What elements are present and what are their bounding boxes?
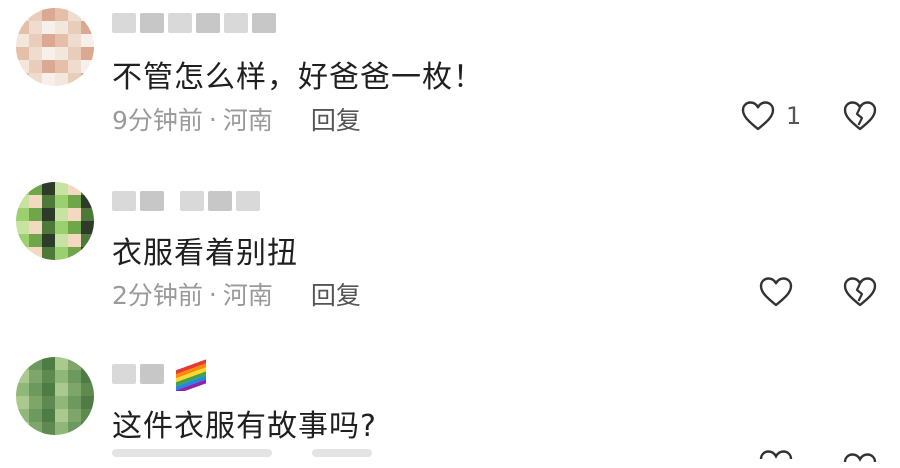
comment-time: 2分钟前 — [112, 281, 203, 310]
comment-text: 这件衣服有故事吗? — [112, 409, 377, 444]
like-count: 1 — [786, 102, 802, 130]
dislike-button[interactable] — [842, 449, 878, 468]
avatar[interactable] — [16, 8, 94, 86]
like-button[interactable] — [758, 276, 794, 308]
comment-item: 衣服看着别扭 2分钟前 · 河南 回复 — [0, 170, 900, 320]
comment-text: 不管怎么样，好爸爸一枚！ — [112, 60, 484, 95]
meta-separator: · — [208, 279, 217, 309]
comment-location: 河南 — [222, 281, 273, 310]
reply-button[interactable]: 回复 — [311, 276, 361, 312]
comment-meta-partial — [112, 449, 372, 457]
comment-item: 不管怎么样，好爸爸一枚！ 9分钟前 · 河南 回复 1 — [0, 0, 900, 150]
comment-meta: 2分钟前 · 河南 回复 — [112, 276, 361, 312]
broken-heart-icon — [843, 277, 877, 307]
comment-time: 9分钟前 — [112, 106, 203, 135]
comment-text: 衣服看着别扭 — [112, 236, 298, 271]
username[interactable] — [112, 10, 276, 36]
avatar[interactable] — [16, 182, 94, 260]
comment-location: 河南 — [222, 106, 273, 135]
like-button[interactable] — [758, 449, 794, 461]
heart-outline-icon — [741, 101, 775, 131]
heart-outline-icon — [759, 277, 793, 307]
heart-outline-icon — [759, 450, 793, 460]
broken-heart-icon — [843, 101, 877, 131]
username[interactable] — [112, 359, 210, 395]
meta-separator: · — [208, 104, 217, 134]
reply-button[interactable]: 回复 — [311, 101, 361, 137]
dislike-button[interactable] — [842, 276, 878, 312]
dislike-button[interactable] — [842, 100, 878, 136]
avatar[interactable] — [16, 357, 94, 435]
username[interactable] — [112, 188, 260, 214]
rainbow-flag-icon — [174, 357, 210, 395]
comment-meta: 9分钟前 · 河南 回复 — [112, 101, 361, 137]
comment-item: 这件衣服有故事吗? — [0, 345, 900, 463]
like-button[interactable]: 1 — [740, 100, 801, 132]
broken-heart-icon — [843, 453, 877, 463]
